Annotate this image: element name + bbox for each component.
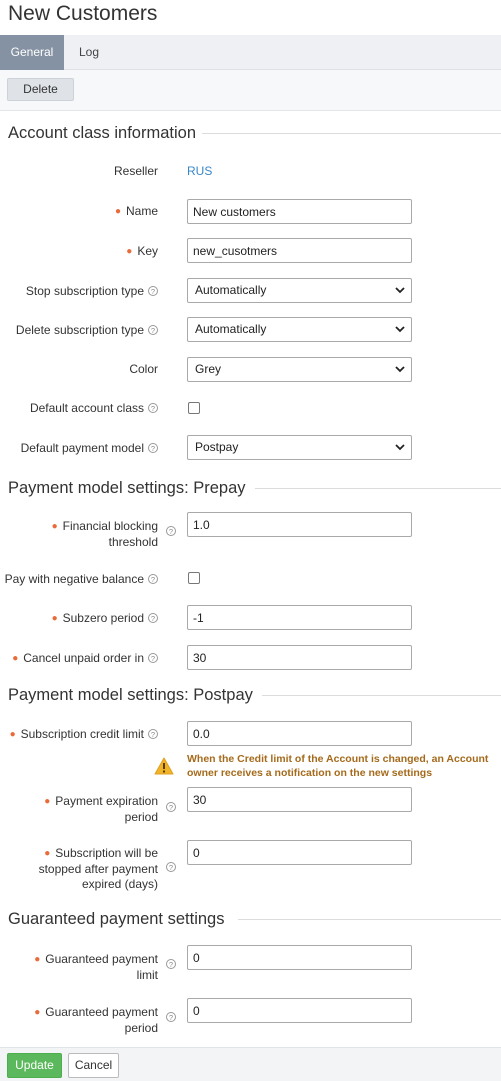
chevron-down-icon <box>395 326 405 333</box>
form-footer: Update Cancel <box>0 1047 501 1081</box>
pay-with-negative-balance-label: Pay with negative balance? <box>5 572 158 587</box>
financial-blocking-threshold-label: ● Financial blocking threshold <box>51 519 158 549</box>
help-icon[interactable]: ? <box>166 1012 176 1022</box>
required-marker: ● <box>126 246 133 257</box>
delete-button[interactable]: Delete <box>7 78 74 101</box>
required-marker: ● <box>51 521 58 532</box>
default-account-class-checkbox[interactable] <box>188 402 200 414</box>
section-divider <box>200 133 501 134</box>
section-divider <box>255 488 501 489</box>
pay-with-negative-balance-checkbox[interactable] <box>188 572 200 584</box>
required-marker: ● <box>34 954 41 965</box>
name-label: ● Name <box>114 204 158 218</box>
required-marker: ● <box>114 206 121 217</box>
subscription-stopped-after-label: ● Subscription will be stopped after paym… <box>38 846 158 891</box>
help-icon[interactable]: ? <box>166 802 176 812</box>
help-icon[interactable]: ? <box>166 526 176 536</box>
section-title-account: Account class information <box>8 123 203 143</box>
section-title-prepay: Payment model settings: Prepay <box>8 478 252 498</box>
subscription-credit-limit-label: ● Subscription credit limit? <box>10 727 158 743</box>
default-payment-model-label: Default payment model? <box>21 441 158 456</box>
help-icon[interactable]: ? <box>166 959 176 969</box>
guaranteed-payment-period-label: ● Guaranteed payment period <box>34 1005 158 1035</box>
chevron-down-icon <box>395 366 405 373</box>
subscription-credit-limit-input[interactable] <box>187 721 412 746</box>
page-title: New Customers <box>8 2 158 25</box>
key-label: ● Key <box>126 244 158 258</box>
credit-limit-warning: When the Credit limit of the Account is … <box>187 753 489 779</box>
chevron-down-icon <box>395 287 405 294</box>
default-payment-model-select[interactable]: Postpay <box>187 435 412 460</box>
help-icon[interactable]: ? <box>148 403 158 413</box>
help-icon[interactable]: ? <box>166 862 176 872</box>
guaranteed-payment-period-input[interactable] <box>187 998 412 1023</box>
payment-expiration-period-input[interactable] <box>187 787 412 812</box>
chevron-down-icon <box>395 444 405 451</box>
cancel-unpaid-order-label: ● Cancel unpaid order in? <box>12 651 158 667</box>
guaranteed-payment-limit-label: ● Guaranteed payment limit <box>34 952 158 982</box>
section-title-postpay: Payment model settings: Postpay <box>8 685 259 705</box>
required-marker: ● <box>9 729 16 740</box>
key-input[interactable] <box>187 238 412 263</box>
tab-bar: General Log <box>0 35 501 70</box>
help-icon[interactable]: ? <box>148 729 158 739</box>
tab-general[interactable]: General <box>0 35 64 70</box>
payment-expiration-period-label: ● Payment expiration period <box>44 794 158 824</box>
delete-subscription-type-select[interactable]: Automatically <box>187 317 412 342</box>
cancel-button[interactable]: Cancel <box>68 1053 119 1078</box>
tab-log[interactable]: Log <box>64 35 114 70</box>
subzero-period-label: ● Subzero period? <box>52 611 158 627</box>
help-icon[interactable]: ? <box>148 613 158 623</box>
stop-subscription-type-select[interactable]: Automatically <box>187 278 412 303</box>
required-marker: ● <box>44 796 51 807</box>
guaranteed-payment-limit-input[interactable] <box>187 945 412 970</box>
cancel-unpaid-order-input[interactable] <box>187 645 412 670</box>
help-icon[interactable]: ? <box>148 443 158 453</box>
help-icon[interactable]: ? <box>148 325 158 335</box>
color-label: Color <box>129 362 158 376</box>
stop-subscription-type-label: Stop subscription type? <box>26 284 158 299</box>
color-select[interactable]: Grey <box>187 357 412 382</box>
default-account-class-label: Default account class? <box>30 401 158 416</box>
required-marker: ● <box>44 848 51 859</box>
section-divider <box>262 695 501 696</box>
reseller-label: Reseller <box>113 164 158 178</box>
required-marker: ● <box>34 1007 41 1018</box>
help-icon[interactable]: ? <box>148 574 158 584</box>
required-marker: ● <box>51 613 58 624</box>
update-button[interactable]: Update <box>7 1053 62 1078</box>
toolbar: Delete <box>0 70 501 111</box>
section-title-guaranteed: Guaranteed payment settings <box>8 909 231 929</box>
financial-blocking-threshold-input[interactable] <box>187 512 412 537</box>
subscription-stopped-after-input[interactable] <box>187 840 412 865</box>
warning-icon <box>154 757 174 775</box>
required-marker: ● <box>12 653 19 664</box>
help-icon[interactable]: ? <box>148 653 158 663</box>
name-input[interactable] <box>187 199 412 224</box>
help-icon[interactable]: ? <box>148 286 158 296</box>
section-divider <box>238 919 501 920</box>
delete-subscription-type-label: Delete subscription type? <box>16 323 158 338</box>
reseller-link[interactable]: RUS <box>187 164 212 178</box>
subzero-period-input[interactable] <box>187 605 412 630</box>
